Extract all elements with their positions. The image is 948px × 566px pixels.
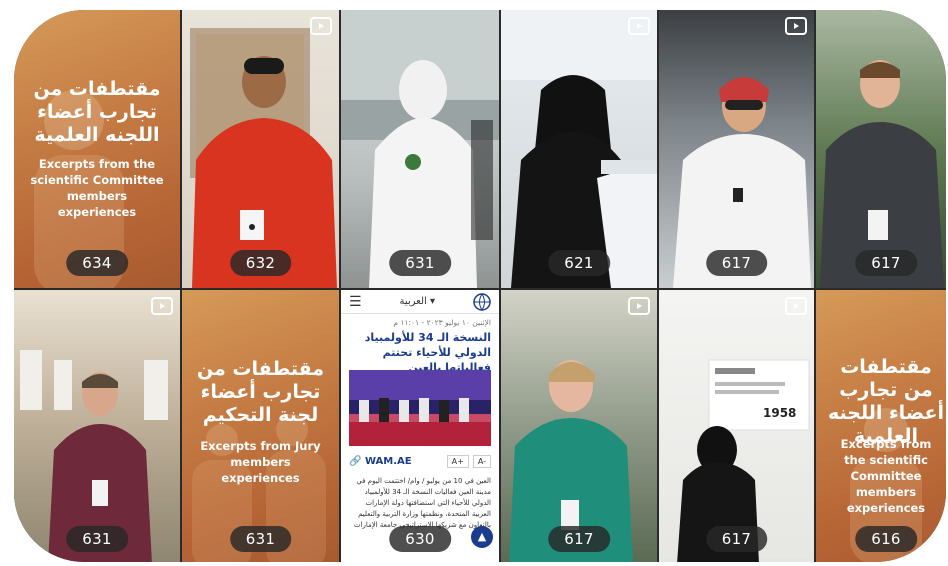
poster-year: 1958: [763, 406, 797, 420]
reel-tile-5[interactable]: 617: [659, 10, 814, 288]
person-white-robe: [341, 10, 499, 288]
news-photo: [349, 370, 491, 446]
reel-tile-12[interactable]: مقتطفات من تجارب أعضاء اللجنه العلمية Ex…: [816, 290, 946, 562]
tile-title-arabic: مقتطفات من تجارب أعضاء لجنة التحكيم: [196, 358, 325, 426]
chevron-down-icon: ▾: [430, 296, 436, 307]
view-count-badge: 631: [229, 526, 292, 552]
reel-tile-8[interactable]: مقتطفات من تجارب أعضاء لجنة التحكيم Exce…: [182, 290, 339, 562]
tile-title-english: Excerpts from Jury members experiences: [200, 439, 321, 485]
tile-title-english: Excerpts from the scientific Committee m…: [30, 157, 164, 219]
reel-video-icon: [628, 17, 650, 35]
reel-video-icon: [785, 297, 807, 315]
reel-video-icon: [927, 17, 946, 35]
reel-tile-10[interactable]: 617: [501, 290, 657, 562]
reel-tile-4[interactable]: 621: [501, 10, 657, 288]
view-count-badge: 631: [389, 250, 451, 276]
person-green-top: [509, 360, 633, 562]
news-header: ☰ العربية ▾: [341, 290, 499, 314]
view-count-badge: 617: [548, 526, 610, 552]
reel-video-icon: [310, 17, 332, 35]
link-icon: 🔗: [349, 455, 362, 467]
reels-grid-frame: مقتطفات من تجارب أعضاء اللجنه العلمية Ex…: [14, 10, 946, 562]
reel-tile-1[interactable]: مقتطفات من تجارب أعضاء اللجنه العلمية Ex…: [14, 10, 180, 288]
news-toolbar: 🔗 WAM.AE A+ A-: [349, 452, 491, 470]
view-count-badge: 617: [855, 250, 917, 276]
view-count-badge: 630: [389, 526, 451, 552]
speaker-podium: [501, 10, 657, 288]
view-count-badge: 632: [229, 250, 292, 276]
person-red-shirt: [190, 28, 337, 288]
news-date: الإثنين ١٠ يوليو ٢٠٢٣ - ١١:٠١ م: [393, 318, 491, 327]
view-count-badge: 616: [855, 526, 917, 552]
tile-title-arabic: مقتطفات من تجارب أعضاء اللجنه العلمية: [827, 356, 945, 447]
reel-video-icon: [785, 17, 807, 35]
globe-logo-icon: [473, 292, 491, 311]
reel-tile-7[interactable]: 631: [14, 290, 180, 562]
view-count-badge: 617: [705, 526, 768, 552]
reels-grid: مقتطفات من تجارب أعضاء اللجنه العلمية Ex…: [14, 10, 946, 562]
reel-tile-6[interactable]: 617: [816, 10, 946, 288]
exhibit-poster: [677, 359, 810, 562]
reel-video-icon: [628, 297, 650, 315]
person-grey-sweater: [820, 60, 944, 288]
font-decrease-button[interactable]: A-: [472, 454, 491, 468]
person-floral-top: [20, 350, 168, 562]
tile-title-arabic: مقتطفات من تجارب أعضاء اللجنه العلمية: [33, 78, 161, 146]
brand-label: WAM.AE: [364, 455, 412, 467]
view-count-badge: 617: [705, 250, 768, 276]
reel-tile-11[interactable]: 1958 617: [659, 290, 814, 562]
view-count-badge: 634: [66, 250, 128, 276]
brand-link[interactable]: 🔗 WAM.AE: [349, 456, 412, 467]
tile-title-english: Excerpts from the scientific Committee m…: [840, 437, 932, 515]
language-select[interactable]: العربية ▾: [400, 296, 436, 307]
reel-tile-9-news[interactable]: ☰ العربية ▾ الإثنين ١٠ يوليو ٢٠٢٣ - ١١:٠…: [341, 290, 499, 562]
language-label: العربية: [399, 296, 427, 307]
view-count-badge: 621: [548, 250, 610, 276]
person-silhouette: [34, 90, 124, 288]
arrow-up-icon[interactable]: ▲: [471, 526, 493, 548]
font-increase-button[interactable]: A+: [446, 454, 469, 468]
news-headline: النسخة الـ 34 للأولمبياد الدولي للأحياء …: [364, 331, 491, 374]
hamburger-menu-icon[interactable]: ☰: [349, 294, 362, 310]
reel-tile-2[interactable]: 632: [182, 10, 339, 288]
person-red-headwear: [673, 77, 811, 288]
view-count-badge: 631: [66, 526, 128, 552]
reel-tile-3[interactable]: 631: [341, 10, 499, 288]
reel-video-icon: [151, 297, 173, 315]
